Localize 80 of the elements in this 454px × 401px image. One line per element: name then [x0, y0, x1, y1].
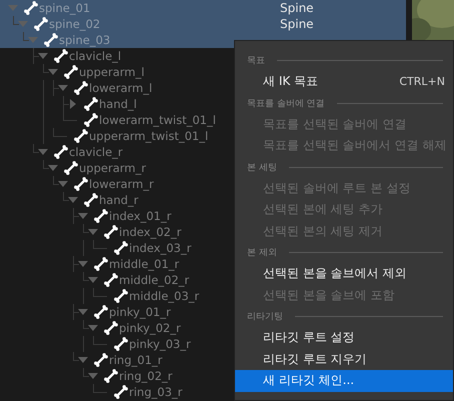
expander-icon[interactable] — [38, 51, 48, 61]
bone-icon — [104, 321, 118, 335]
bone-name: lowerarm_twist_01_l — [99, 113, 216, 127]
tree-row[interactable]: spine_01 Spine — [0, 0, 406, 16]
bone-name: middle_02_r — [119, 273, 190, 287]
bone-icon — [54, 49, 68, 63]
bone-name: pinky_03_r — [129, 337, 191, 351]
menu-item[interactable]: 리타깃 루트 지우기 — [235, 348, 453, 370]
solver-type: Spine — [280, 1, 314, 15]
bone-icon — [104, 225, 118, 239]
bone-name: ring_02_r — [119, 369, 172, 383]
bone-icon — [64, 161, 78, 175]
bone-name: clavicle_r — [69, 145, 123, 159]
expander-icon[interactable] — [48, 67, 58, 77]
bone-name: lowerarm_r — [89, 177, 154, 191]
bone-icon — [94, 257, 108, 271]
menu-item[interactable]: 리타깃 루트 설정 — [235, 327, 453, 348]
bone-icon — [84, 113, 98, 127]
bone-name: upperarm_r — [79, 161, 146, 175]
bone-icon — [34, 17, 48, 31]
menu-item[interactable]: 선택된 본을 솔브에서 제외 — [235, 263, 453, 284]
solver-type: Spine — [280, 17, 314, 31]
bone-name: ring_01_r — [109, 353, 162, 367]
bone-name: spine_01 — [39, 1, 90, 15]
bone-icon — [84, 97, 98, 111]
bone-icon — [114, 241, 128, 255]
bone-icon — [44, 33, 58, 47]
expander-icon[interactable] — [58, 83, 68, 93]
section-header: 본 제외 — [247, 247, 277, 259]
bone-name: clavicle_l — [69, 49, 122, 63]
bone-name: spine_02 — [49, 17, 100, 31]
expander-icon[interactable] — [88, 371, 98, 381]
expander-icon[interactable] — [58, 179, 68, 189]
bone-name: ring_03_r — [129, 385, 182, 399]
bone-name: hand_l — [99, 97, 137, 111]
expander-icon[interactable] — [88, 323, 98, 333]
bone-icon — [94, 209, 108, 223]
bone-icon — [94, 353, 108, 367]
bone-name: index_03_r — [129, 241, 192, 255]
bone-icon — [24, 1, 38, 15]
bone-name: hand_r — [99, 193, 138, 207]
expander-icon[interactable] — [38, 147, 48, 157]
expander-icon[interactable] — [88, 275, 98, 285]
expander-icon[interactable] — [78, 307, 88, 317]
bone-name: middle_01_r — [109, 257, 180, 271]
bone-icon — [74, 81, 88, 95]
bone-icon — [114, 337, 128, 351]
bone-name: upperarm_l — [79, 65, 144, 79]
expander-icon[interactable] — [78, 259, 88, 269]
bone-name: pinky_01_r — [109, 305, 171, 319]
section-header: 리타기팅 — [247, 311, 283, 323]
bone-icon — [114, 289, 128, 303]
bone-icon — [64, 65, 78, 79]
bone-name: middle_03_r — [129, 289, 200, 303]
bone-name: index_01_r — [109, 209, 172, 223]
bone-name: lowerarm_l — [89, 81, 152, 95]
bone-name: upperarm_twist_01_l — [89, 129, 208, 143]
bone-icon — [94, 305, 108, 319]
bone-name: index_02_r — [119, 225, 182, 239]
bone-name: spine_03 — [59, 33, 110, 47]
bone-icon — [114, 385, 128, 399]
bone-icon — [54, 145, 68, 159]
bone-icon — [104, 273, 118, 287]
expander-icon[interactable] — [48, 163, 58, 173]
expander-icon[interactable] — [88, 227, 98, 237]
bone-icon — [104, 369, 118, 383]
menu-item[interactable]: 새 리타깃 체인... — [235, 370, 453, 392]
bone-icon — [84, 193, 98, 207]
section-header: 본 세팅 — [247, 162, 277, 174]
expander-icon[interactable] — [68, 195, 78, 205]
section-header: 목표를 솔버에 연결 — [247, 98, 325, 110]
bone-icon — [74, 129, 88, 143]
expander-icon[interactable] — [78, 211, 88, 221]
menu-item[interactable]: 새 IK 목표 CTRL+N — [235, 71, 453, 92]
expander-icon[interactable] — [78, 355, 88, 365]
expander-icon[interactable] — [68, 99, 78, 109]
section-header: 목표 — [247, 55, 265, 67]
bone-name: pinky_02_r — [119, 321, 181, 335]
tree-row[interactable]: spine_02 Spine — [0, 16, 406, 32]
bone-icon — [74, 177, 88, 191]
